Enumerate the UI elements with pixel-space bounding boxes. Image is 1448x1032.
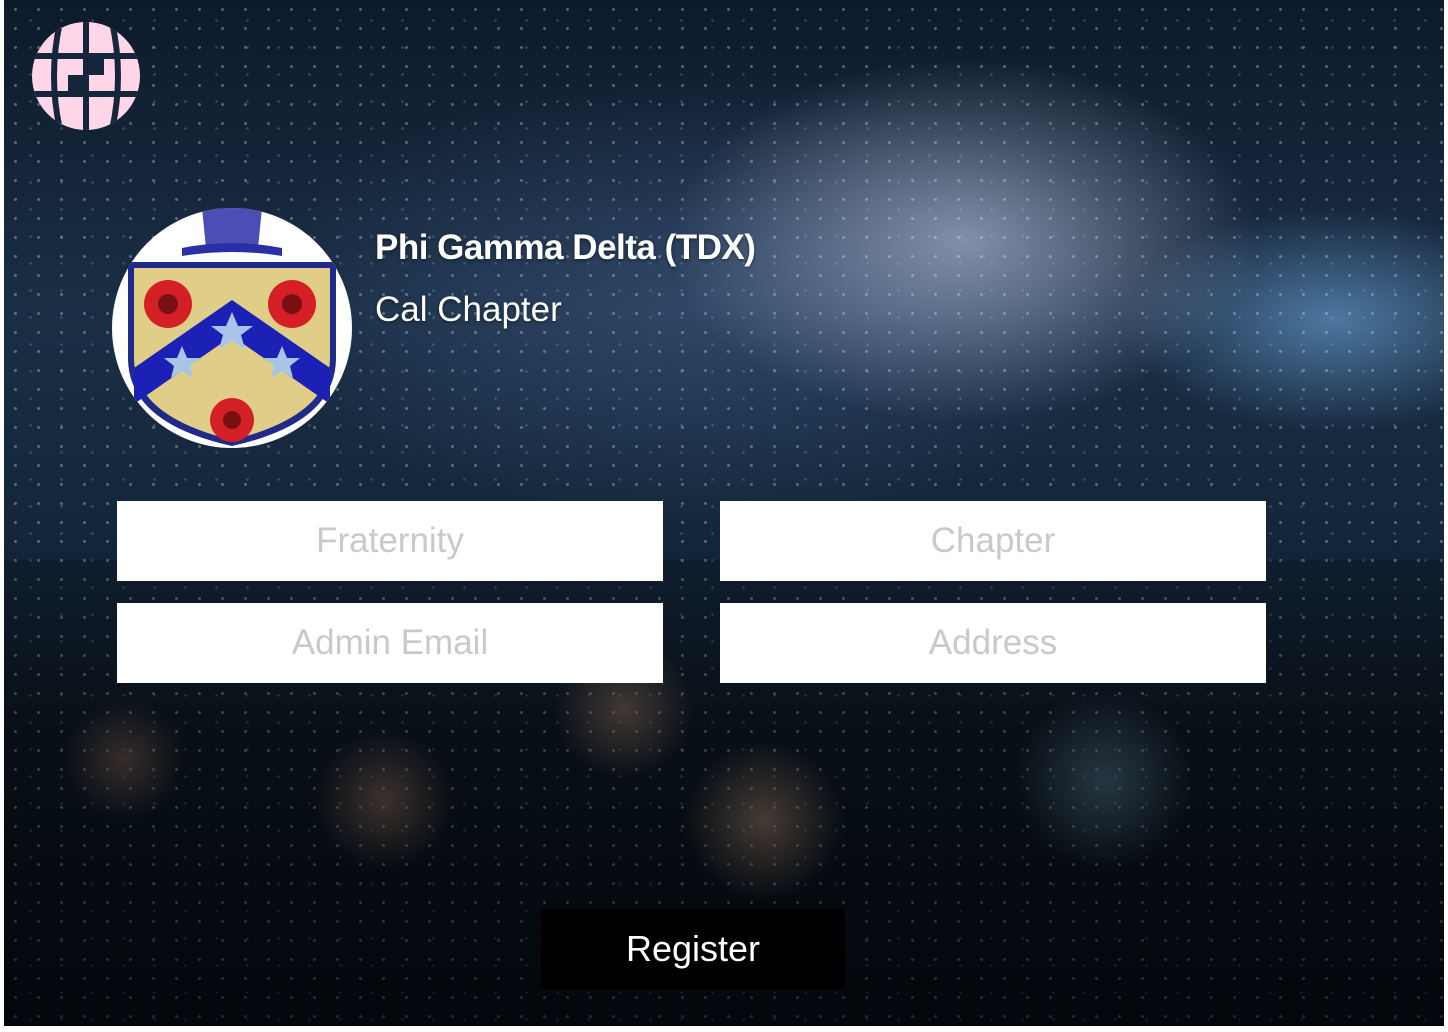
admin-email-input[interactable] [117, 603, 663, 683]
address-input[interactable] [720, 603, 1266, 683]
fraternity-input[interactable] [117, 501, 663, 581]
app-logo[interactable] [30, 20, 142, 132]
fraternity-crest-icon [128, 208, 336, 446]
fraternity-name: Phi Gamma Delta (TDX) [375, 228, 756, 267]
fraternity-crest [112, 208, 352, 448]
chapter-name: Cal Chapter [375, 290, 562, 329]
register-button[interactable]: Register [541, 909, 845, 989]
chapter-input[interactable] [720, 501, 1266, 581]
globe-grid-icon [32, 22, 140, 130]
